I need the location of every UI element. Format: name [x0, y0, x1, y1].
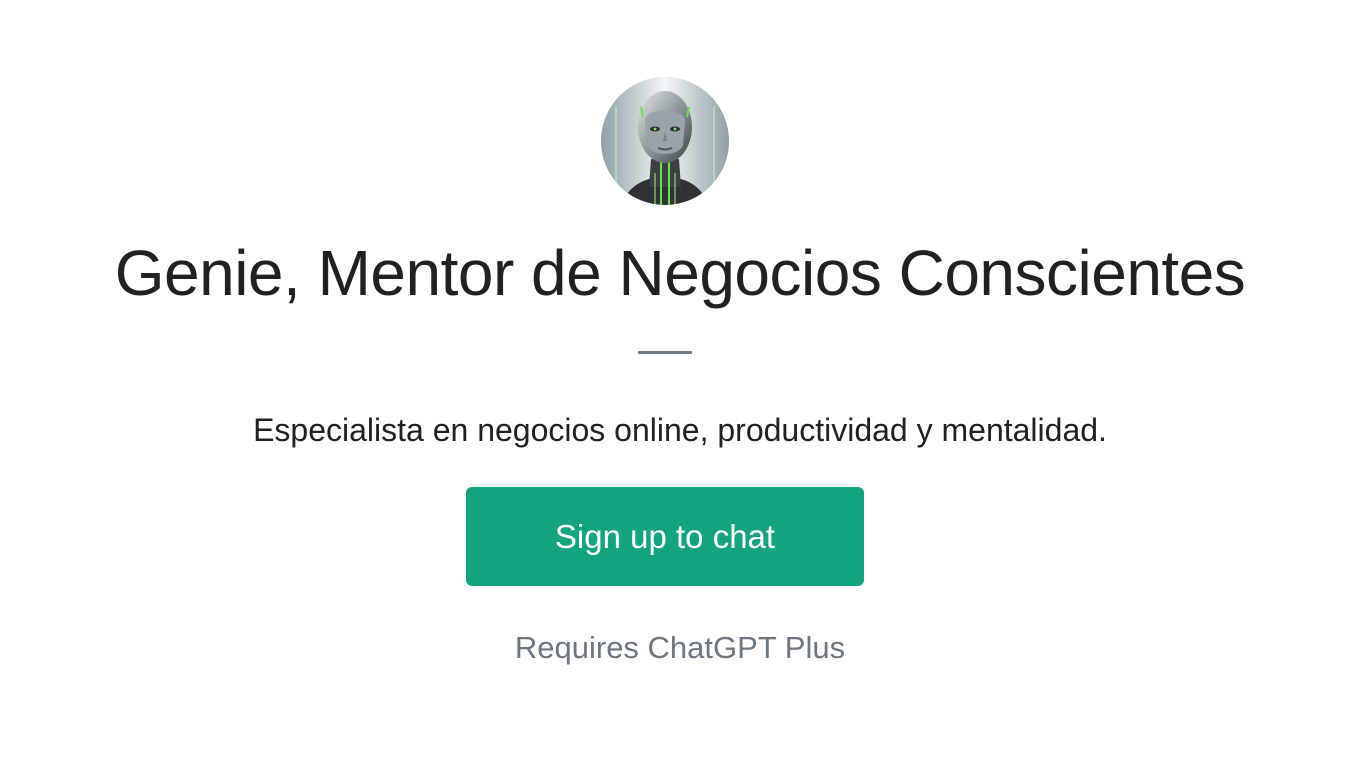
- gpt-title: Genie, Mentor de Negocios Conscientes: [114, 237, 1246, 309]
- gpt-description: Especialista en negocios online, product…: [253, 412, 1107, 448]
- title-divider: [638, 351, 692, 354]
- gpt-landing-page: Genie, Mentor de Negocios Conscientes Es…: [0, 0, 1360, 764]
- gpt-avatar: [601, 77, 729, 205]
- plan-requirement-note: Requires ChatGPT Plus: [514, 630, 846, 665]
- sign-up-to-chat-button[interactable]: Sign up to chat: [466, 487, 864, 586]
- robot-portrait-icon: [601, 77, 729, 205]
